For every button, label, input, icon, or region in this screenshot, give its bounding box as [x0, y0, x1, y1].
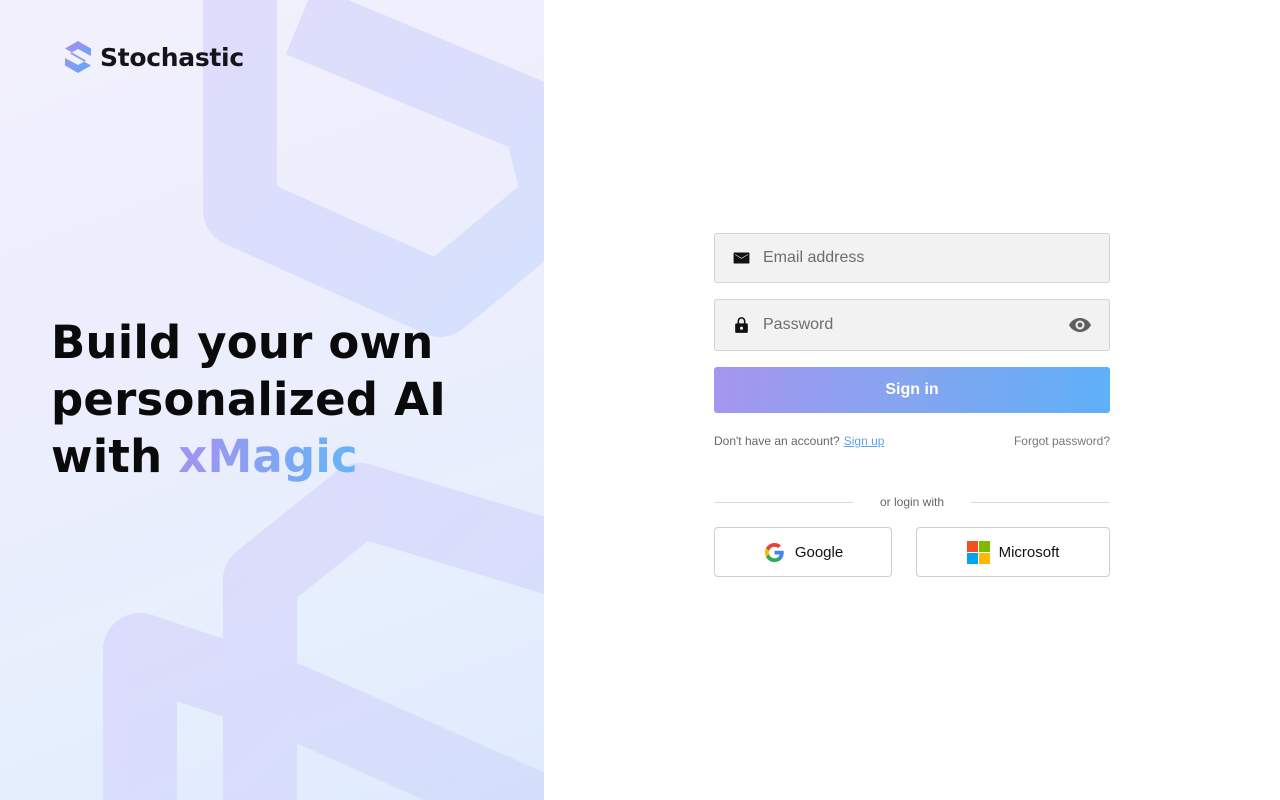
signup-prompt: Don't have an account? Sign up [714, 434, 884, 448]
login-form: Sign in Don't have an account? Sign up Fo… [714, 233, 1110, 577]
microsoft-label: Microsoft [998, 543, 1060, 561]
google-icon [764, 542, 784, 562]
social-login-row: Google Microsoft [714, 527, 1110, 577]
hero-panel: Stochastic Build your own personalized A… [0, 0, 544, 800]
headline-line-3-prefix: with [51, 430, 179, 483]
no-account-text: Don't have an account? [714, 434, 840, 448]
headline-line-2: personalized AI [51, 373, 447, 426]
google-label: Google [794, 543, 844, 561]
divider-text: or login with [879, 495, 945, 509]
eye-icon[interactable] [1068, 313, 1092, 337]
password-field-container [714, 299, 1110, 351]
or-login-with-divider: or login with [714, 495, 1110, 509]
divider-line-left [714, 501, 853, 503]
envelope-icon [733, 252, 750, 264]
microsoft-icon [966, 540, 990, 564]
headline-line-3: with xMagic [51, 428, 511, 485]
google-login-button[interactable]: Google [714, 527, 892, 577]
email-field-container [714, 233, 1110, 283]
sign-up-link[interactable]: Sign up [844, 434, 885, 448]
hero-headline: Build your own personalized AI with xMag… [51, 314, 511, 485]
divider-line-right [971, 501, 1110, 503]
email-input[interactable] [715, 234, 1109, 282]
brand-name: Stochastic [100, 42, 244, 72]
headline-accent-word: xMagic [178, 430, 358, 483]
forgot-password-link[interactable]: Forgot password? [1014, 434, 1110, 448]
stochastic-logo-icon [65, 41, 91, 73]
account-links-row: Don't have an account? Sign up Forgot pas… [714, 433, 1110, 448]
sign-in-button[interactable]: Sign in [714, 367, 1110, 413]
headline-line-1: Build your own [51, 316, 434, 369]
lock-icon [735, 317, 748, 333]
microsoft-login-button[interactable]: Microsoft [916, 527, 1110, 577]
password-input[interactable] [715, 300, 1109, 350]
brand-logo[interactable]: Stochastic [62, 39, 244, 75]
